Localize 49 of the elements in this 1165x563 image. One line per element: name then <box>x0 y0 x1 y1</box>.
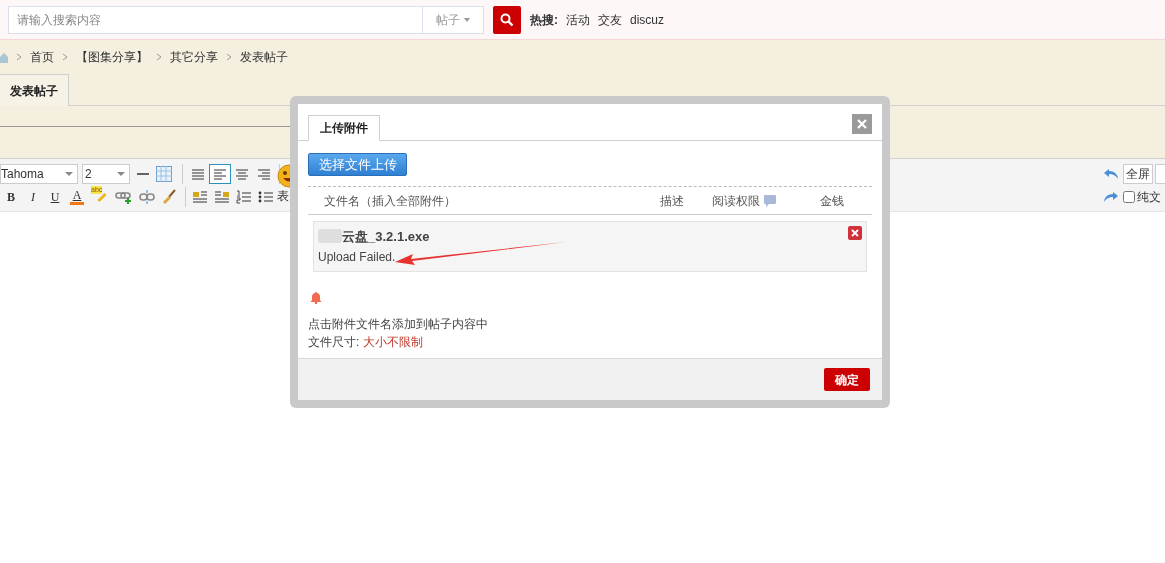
brush-icon[interactable] <box>161 189 177 205</box>
bell-icon <box>310 291 322 305</box>
breadcrumb-link[interactable]: 发表帖子 <box>240 48 288 66</box>
fullscreen-button[interactable]: 全屏 <box>1123 164 1153 184</box>
table-icon[interactable] <box>156 166 172 182</box>
close-button[interactable] <box>852 114 872 134</box>
search-icon[interactable] <box>500 12 514 27</box>
column-header: 阅读权限 <box>712 192 760 210</box>
hot-search-link[interactable]: 活动 <box>566 10 590 29</box>
format-button[interactable]: I <box>25 188 41 206</box>
hot-search-link[interactable]: 交友 <box>598 10 622 29</box>
hint-text: 点击附件文件名添加到帖子内容中 <box>308 316 489 334</box>
breadcrumb-link[interactable]: 首页 <box>30 48 54 66</box>
column-header: 金钱 <box>820 192 844 210</box>
file-size-value: 大小不限制 <box>363 334 424 352</box>
plain-text-label: 纯文 <box>1137 189 1161 206</box>
hot-search-label: 热搜: <box>530 11 558 29</box>
search-button[interactable] <box>493 5 521 34</box>
upload-status: Upload Failed. <box>318 249 396 267</box>
float-left-icon[interactable] <box>192 190 208 204</box>
breadcrumb-link[interactable]: 其它分享 <box>170 48 218 66</box>
numbered-list-icon[interactable] <box>236 190 252 204</box>
unlink-icon[interactable] <box>139 189 155 205</box>
plain-text-checkbox[interactable] <box>1123 191 1135 203</box>
search-field[interactable]: 请输入搜索内容 <box>8 5 423 34</box>
size-select[interactable]: 2 <box>82 164 130 184</box>
redo-icon[interactable] <box>1103 191 1119 203</box>
font-select[interactable]: Tahoma <box>0 164 78 184</box>
close-icon[interactable] <box>857 119 867 129</box>
format-button[interactable]: U <box>47 188 63 206</box>
format-button[interactable]: B <box>3 188 19 206</box>
float-right-icon[interactable] <box>214 190 230 204</box>
column-header: 文件名（插入全部附件） <box>323 192 457 210</box>
undo-icon[interactable] <box>1103 168 1119 180</box>
file-size-label: 文件尺寸: <box>308 334 360 352</box>
help-icon <box>763 194 777 208</box>
confirm-button[interactable]: 确定 <box>824 368 870 391</box>
attachment-name[interactable]: 云盘_3.2.1.exe <box>342 226 430 246</box>
bullet-list-icon[interactable] <box>258 190 274 204</box>
link-icon[interactable] <box>115 189 133 205</box>
breadcrumb-link[interactable]: 【图集分享】 <box>76 48 148 66</box>
column-header: 描述 <box>660 192 685 210</box>
hot-search-link[interactable]: discuz <box>630 10 664 29</box>
font-color-button[interactable]: A <box>69 189 85 205</box>
post-tab[interactable]: 发表帖子 <box>0 74 69 106</box>
toolbar-button[interactable] <box>1155 164 1165 184</box>
emoji-label[interactable]: 表 <box>277 188 289 204</box>
home-icon <box>0 51 8 63</box>
upload-attachment-tab[interactable]: 上传附件 <box>308 115 380 141</box>
